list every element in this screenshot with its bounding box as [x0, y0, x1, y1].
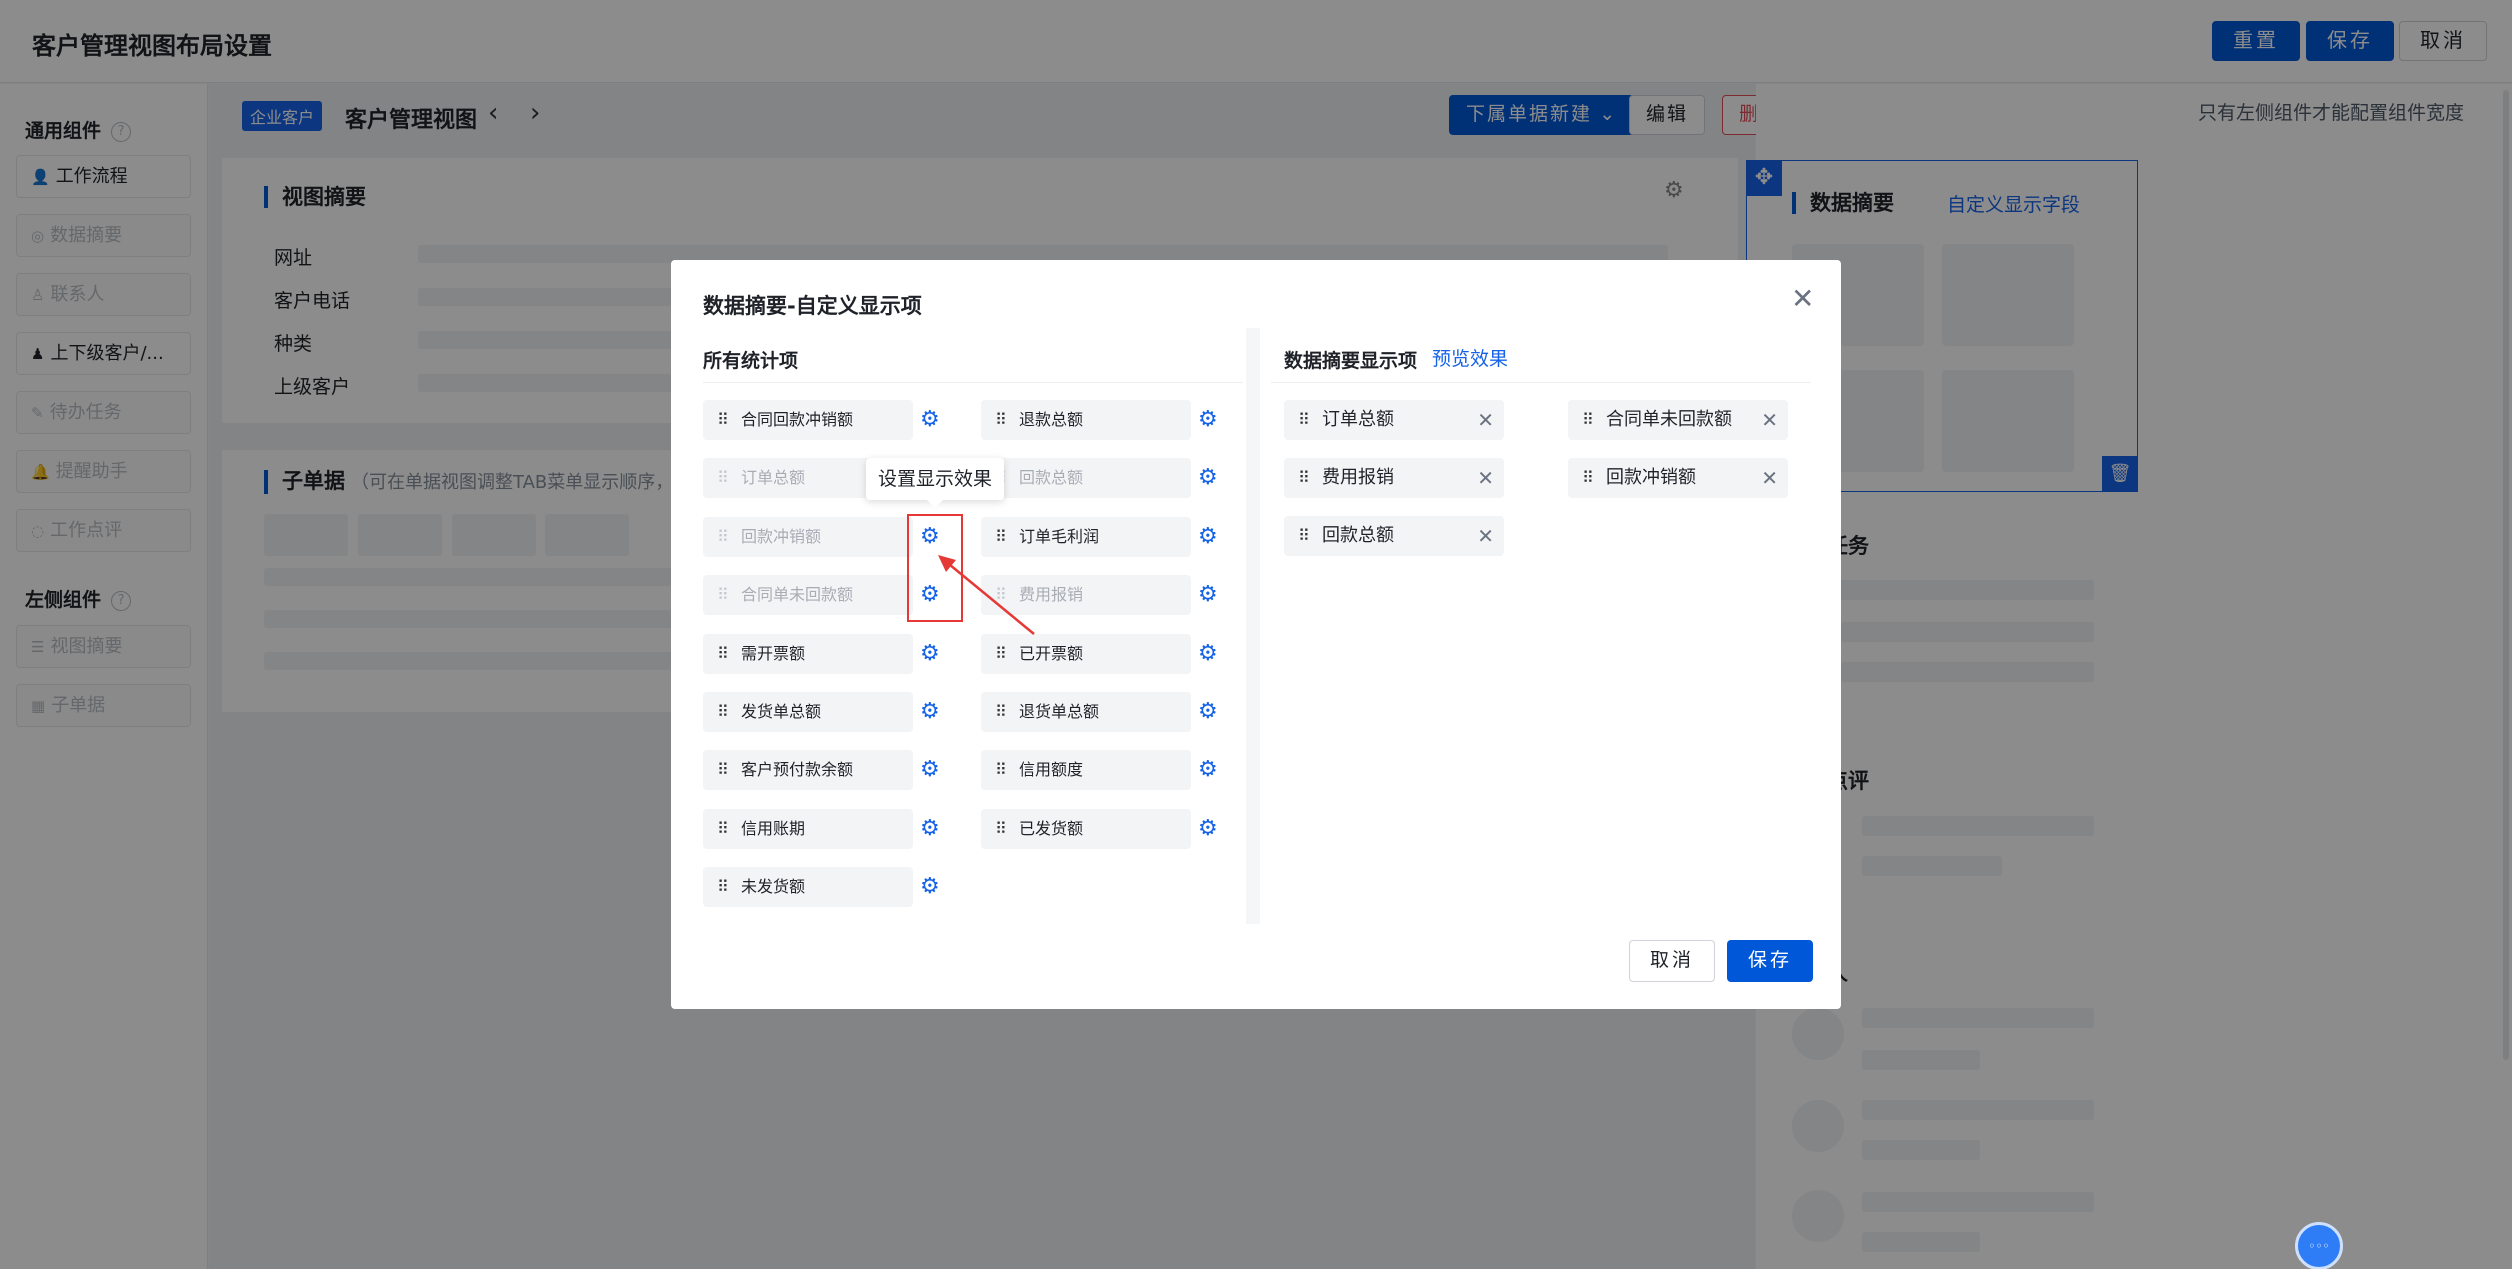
- stat-item[interactable]: ⠿ 信用账期: [703, 808, 913, 849]
- drag-handle-icon[interactable]: ⠿: [1298, 458, 1310, 498]
- stat-item[interactable]: ⠿ 需开票额: [703, 633, 913, 674]
- custom-display-dialog: 数据摘要-自定义显示项 ✕ 所有统计项 数据摘要显示项 预览效果 ⠿ 合同回款冲销…: [671, 260, 1841, 1009]
- drag-handle-icon[interactable]: ⠿: [1582, 458, 1594, 498]
- settings-gear-icon[interactable]: ⚙: [920, 701, 940, 723]
- selected-item[interactable]: ⠿ 合同单未回款额 ✕: [1568, 400, 1788, 440]
- stat-item-label: 未发货额: [741, 877, 806, 897]
- assistant-float-button[interactable]: ◦◦◦: [2295, 1222, 2343, 1269]
- selected-item[interactable]: ⠿ 费用报销 ✕: [1284, 458, 1504, 498]
- drag-handle-icon[interactable]: ⠿: [717, 458, 729, 498]
- settings-gear-icon[interactable]: ⚙: [1198, 467, 1218, 489]
- settings-gear-icon[interactable]: ⚙: [1198, 817, 1218, 840]
- stat-item[interactable]: ⠿回款总额: [981, 458, 1191, 499]
- drag-handle-icon[interactable]: ⠿: [717, 517, 729, 557]
- selected-item[interactable]: ⠿ 回款总额 ✕: [1284, 516, 1504, 556]
- stat-item[interactable]: ⠿ 发货单总额: [703, 692, 913, 732]
- selected-item[interactable]: ⠿ 订单总额 ✕: [1284, 400, 1504, 440]
- drag-handle-icon[interactable]: ⠿: [717, 634, 729, 674]
- selected-item-label: 回款总额: [1322, 525, 1394, 546]
- settings-gear-icon[interactable]: ⚙: [1198, 525, 1218, 548]
- selected-item-label: 订单总额: [1322, 409, 1394, 430]
- drag-handle-icon[interactable]: ⠿: [1298, 516, 1310, 556]
- remove-icon[interactable]: ✕: [1761, 400, 1778, 440]
- stat-item-label: 回款总额: [1019, 468, 1084, 488]
- settings-gear-icon[interactable]: ⚙: [920, 876, 940, 898]
- divider: [703, 382, 1243, 383]
- settings-gear-icon[interactable]: ⚙: [1198, 759, 1218, 781]
- all-stats-title: 所有统计项: [703, 350, 799, 372]
- selected-item-label: 费用报销: [1322, 467, 1394, 488]
- stat-item[interactable]: ⠿ 合同回款冲销额: [703, 400, 913, 440]
- stat-item-label: 需开票额: [741, 643, 806, 663]
- stat-item-label: 合同回款冲销额: [741, 410, 854, 429]
- selected-item-label: 回款冲销额: [1606, 467, 1696, 488]
- selected-item[interactable]: ⠿ 回款冲销额 ✕: [1568, 458, 1788, 498]
- drag-handle-icon[interactable]: ⠿: [717, 750, 729, 790]
- stat-item-label: 合同单未回款额: [741, 585, 854, 605]
- settings-gear-icon[interactable]: ⚙: [920, 642, 940, 665]
- selected-item-label: 合同单未回款额: [1606, 409, 1732, 430]
- stat-item[interactable]: ⠿ 退款总额: [981, 400, 1191, 440]
- display-items-title: 数据摘要显示项: [1284, 350, 1418, 372]
- drag-handle-icon[interactable]: ⠿: [717, 692, 729, 732]
- stat-item-label: 订单毛利润: [1019, 526, 1100, 546]
- divider: [1246, 328, 1260, 924]
- stat-item-label: 订单总额: [741, 468, 806, 488]
- dialog-save-button[interactable]: 保存: [1727, 940, 1814, 982]
- stat-item-label: 信用额度: [1019, 760, 1084, 780]
- drag-handle-icon[interactable]: ⠿: [1298, 400, 1310, 440]
- settings-gear-icon[interactable]: ⚙: [1198, 642, 1218, 665]
- drag-handle-icon[interactable]: ⠿: [717, 809, 729, 849]
- settings-gear-icon[interactable]: ⚙: [920, 817, 940, 840]
- drag-handle-icon[interactable]: ⠿: [717, 400, 729, 440]
- settings-gear-icon[interactable]: ⚙: [1198, 584, 1218, 606]
- stat-item[interactable]: ⠿ 退货单总额: [981, 692, 1191, 732]
- settings-gear-icon[interactable]: ⚙: [920, 759, 940, 781]
- remove-icon[interactable]: ✕: [1761, 458, 1778, 498]
- stat-item-label: 已开票额: [1019, 643, 1084, 663]
- stat-item-label: 已发货额: [1019, 818, 1084, 838]
- stat-item[interactable]: ⠿ 未发货额: [703, 867, 913, 908]
- dialog-cancel-button[interactable]: 取消: [1629, 940, 1716, 982]
- stat-item-label: 回款冲销额: [741, 526, 822, 546]
- stat-item[interactable]: ⠿ 信用额度: [981, 750, 1191, 791]
- drag-handle-icon[interactable]: ⠿: [995, 809, 1007, 849]
- remove-icon[interactable]: ✕: [1477, 458, 1494, 498]
- divider: [1271, 382, 1811, 383]
- annotation-arrow: [938, 555, 1035, 635]
- drag-handle-icon[interactable]: ⠿: [717, 575, 729, 615]
- stat-item[interactable]: ⠿ 已发货额: [981, 808, 1191, 849]
- close-icon[interactable]: ✕: [1791, 282, 1814, 315]
- stat-item-label: 客户预付款余额: [741, 760, 854, 780]
- remove-icon[interactable]: ✕: [1477, 400, 1494, 440]
- stat-item[interactable]: ⠿ 客户预付款余额: [703, 750, 913, 791]
- drag-handle-icon[interactable]: ⠿: [995, 750, 1007, 790]
- stat-item-label: 发货单总额: [741, 702, 822, 721]
- drag-handle-icon[interactable]: ⠿: [995, 400, 1007, 440]
- drag-handle-icon[interactable]: ⠿: [717, 867, 729, 907]
- remove-icon[interactable]: ✕: [1477, 516, 1494, 556]
- stat-item[interactable]: ⠿ 回款冲销额: [703, 516, 913, 557]
- dialog-title: 数据摘要-自定义显示项: [703, 294, 922, 318]
- stat-item-label: 信用账期: [741, 818, 806, 838]
- settings-gear-icon[interactable]: ⚙: [1198, 409, 1218, 431]
- preview-effect-link[interactable]: 预览效果: [1432, 344, 1508, 371]
- settings-gear-icon[interactable]: ⚙: [1198, 701, 1218, 723]
- drag-handle-icon[interactable]: ⠿: [995, 692, 1007, 732]
- drag-handle-icon[interactable]: ⠿: [1582, 400, 1594, 440]
- stat-item[interactable]: ⠿ 合同单未回款额: [703, 575, 913, 616]
- stat-item-label: 退款总额: [1019, 410, 1084, 429]
- settings-gear-icon[interactable]: ⚙: [920, 409, 940, 431]
- stat-item-label: 退货单总额: [1019, 702, 1100, 721]
- settings-tooltip: 设置显示效果: [866, 458, 1005, 508]
